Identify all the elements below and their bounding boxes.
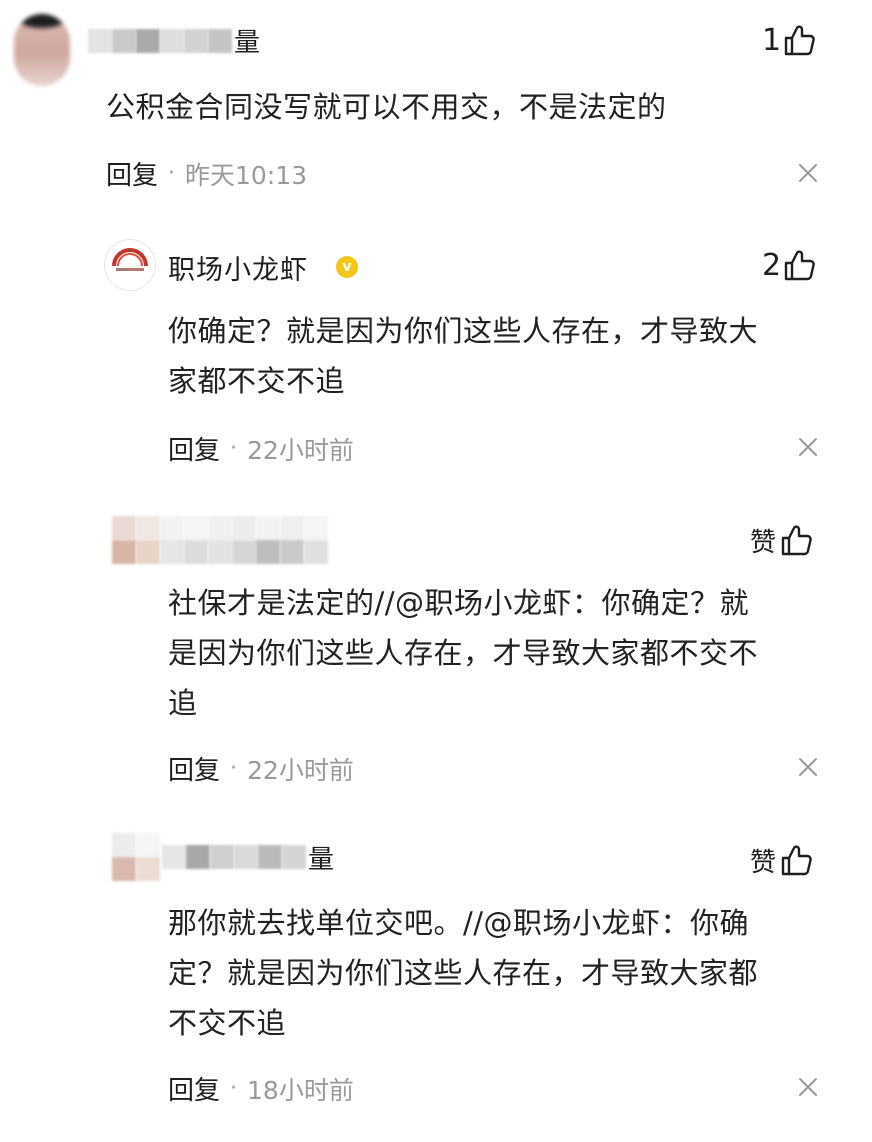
blur-block bbox=[136, 857, 160, 881]
comment-line: 不交不追 bbox=[168, 1006, 287, 1040]
avatar[interactable] bbox=[14, 14, 70, 86]
blur-block bbox=[160, 28, 184, 53]
close-icon[interactable] bbox=[797, 436, 819, 458]
blur-block bbox=[304, 540, 328, 564]
thumbs-up-icon bbox=[784, 25, 815, 56]
blur-block bbox=[280, 516, 304, 540]
blurred-avatar bbox=[112, 516, 160, 564]
like-button[interactable]: 赞 bbox=[750, 520, 814, 560]
like-count: 2 bbox=[762, 247, 782, 283]
blur-block bbox=[136, 833, 160, 857]
blur-block bbox=[136, 516, 160, 540]
blurred-name bbox=[160, 516, 328, 564]
blur-block bbox=[210, 845, 234, 869]
blur-block bbox=[88, 28, 112, 53]
blur-block bbox=[162, 845, 186, 869]
blur-block bbox=[280, 540, 304, 564]
comment-text: 公积金合同没写就可以不用交，不是法定的 bbox=[106, 90, 667, 124]
comment-text: 那你就去找单位交吧。//@职场小龙虾：你确 定？就是因为你们这些人存在，才导致大… bbox=[168, 898, 758, 1048]
author-name-suffix: 量 bbox=[308, 844, 335, 875]
blur-block bbox=[136, 540, 160, 564]
like-count: 1 bbox=[762, 22, 782, 58]
blur-block bbox=[112, 516, 136, 540]
author-name-blurred[interactable] bbox=[112, 516, 328, 564]
blurred-name: 量 bbox=[162, 839, 334, 876]
reply-button[interactable]: 回复 bbox=[168, 1070, 220, 1107]
thumbs-up-icon bbox=[781, 845, 812, 876]
reply-button[interactable]: 回复 bbox=[168, 750, 220, 787]
comment-line: 那你就去找单位交吧。//@职场小龙虾：你确 bbox=[168, 906, 750, 940]
like-button[interactable]: 1 bbox=[762, 20, 817, 60]
blur-block bbox=[160, 516, 184, 540]
author-name-suffix: 量 bbox=[234, 28, 261, 58]
blur-block bbox=[232, 540, 256, 564]
reply-button[interactable]: 回复 bbox=[168, 430, 220, 467]
blur-block bbox=[112, 28, 136, 53]
blur-block bbox=[136, 28, 160, 53]
comment-line: 追 bbox=[168, 686, 198, 720]
comment-text: 社保才是法定的//@职场小龙虾：你确定？就 是因为你们这些人存在，才导致大家都不… bbox=[168, 578, 758, 728]
comment-line: 定？就是因为你们这些人存在，才导致大家都 bbox=[168, 956, 759, 990]
blur-block bbox=[184, 28, 208, 53]
reply-button[interactable]: 回复 bbox=[106, 155, 158, 192]
blur-block bbox=[208, 540, 232, 564]
blur-block bbox=[112, 540, 136, 564]
like-button[interactable]: 赞 bbox=[750, 840, 814, 880]
separator-dot: · bbox=[230, 436, 238, 461]
separator-dot: · bbox=[230, 756, 238, 781]
author-name[interactable]: 职场小龙虾 bbox=[168, 248, 308, 287]
brand-logo-icon bbox=[112, 248, 148, 271]
like-label: 赞 bbox=[750, 527, 777, 558]
timestamp: 22小时前 bbox=[247, 755, 354, 785]
comment-line: 你确定？就是因为你们这些人存在，才导致大 bbox=[168, 314, 759, 348]
separator-dot: · bbox=[230, 1076, 238, 1101]
comment-meta: 回复 · 昨天10:13 bbox=[106, 155, 307, 192]
blur-block bbox=[304, 516, 328, 540]
timestamp: 昨天10:13 bbox=[185, 160, 308, 190]
close-icon[interactable] bbox=[797, 756, 819, 778]
thumbs-up-icon bbox=[781, 525, 812, 556]
blur-block bbox=[234, 845, 258, 869]
blur-block bbox=[184, 540, 208, 564]
blur-block bbox=[112, 833, 136, 857]
blur-block bbox=[186, 845, 210, 869]
comment-line: 是因为你们这些人存在，才导致大家都不交不 bbox=[168, 636, 759, 670]
blur-block bbox=[256, 516, 280, 540]
blur-block bbox=[184, 516, 208, 540]
comment-text: 你确定？就是因为你们这些人存在，才导致大 家都不交不追 bbox=[168, 306, 758, 406]
blur-block bbox=[208, 28, 232, 53]
close-icon[interactable] bbox=[797, 1076, 819, 1098]
blur-block bbox=[256, 540, 280, 564]
comment-line: 社保才是法定的//@职场小龙虾：你确定？就 bbox=[168, 586, 750, 620]
blur-block bbox=[160, 540, 184, 564]
like-label: 赞 bbox=[750, 847, 777, 878]
separator-dot: · bbox=[168, 161, 176, 186]
timestamp: 22小时前 bbox=[247, 435, 354, 465]
comment-meta: 回复 · 22小时前 bbox=[168, 750, 354, 787]
verified-badge-icon: v bbox=[336, 256, 358, 278]
comment-meta: 回复 · 22小时前 bbox=[168, 430, 354, 467]
author-name-blurred[interactable]: 量 bbox=[112, 833, 334, 881]
blurred-avatar bbox=[112, 833, 160, 881]
timestamp: 18小时前 bbox=[247, 1075, 354, 1105]
blur-block bbox=[282, 845, 306, 869]
blur-block bbox=[232, 516, 256, 540]
like-button[interactable]: 2 bbox=[762, 245, 817, 285]
blur-block bbox=[112, 857, 136, 881]
blur-block bbox=[208, 516, 232, 540]
author-name-blurred[interactable]: 量 bbox=[88, 22, 260, 59]
avatar[interactable] bbox=[104, 239, 156, 291]
comment-meta: 回复 · 18小时前 bbox=[168, 1070, 354, 1107]
blur-block bbox=[258, 845, 282, 869]
thumbs-up-icon bbox=[784, 250, 815, 281]
comment-line: 家都不交不追 bbox=[168, 364, 346, 398]
close-icon[interactable] bbox=[797, 162, 819, 184]
